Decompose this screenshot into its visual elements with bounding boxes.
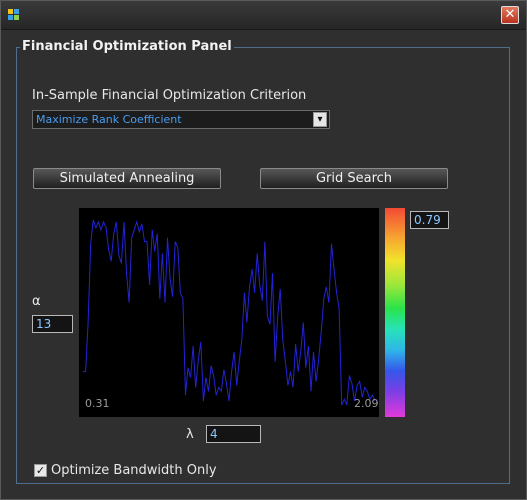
alpha-label: α	[32, 294, 41, 309]
title-bar[interactable]: ✕	[1, 1, 526, 30]
optimization-plot[interactable]: 0.31 2.09	[79, 208, 379, 417]
criterion-dropdown[interactable]: Maximize Rank Coefficient ▾	[32, 110, 330, 129]
close-button[interactable]: ✕	[501, 6, 519, 24]
criterion-selected-value: Maximize Rank Coefficient	[36, 113, 182, 126]
lambda-label: λ	[186, 427, 194, 442]
plot-svg	[83, 219, 376, 406]
optimize-bandwidth-label[interactable]: Optimize Bandwidth Only	[51, 463, 217, 478]
panel-title: Financial Optimization Panel	[20, 39, 234, 54]
plot-series-line	[83, 219, 376, 406]
optimize-bandwidth-checkbox[interactable]: ✓	[34, 464, 47, 477]
alpha-field[interactable]: 13	[32, 315, 73, 333]
close-icon: ✕	[504, 7, 516, 22]
app-icon	[8, 9, 20, 21]
lambda-field[interactable]: 4	[206, 425, 261, 443]
color-scale-bar	[385, 208, 405, 417]
chevron-down-icon[interactable]: ▾	[313, 112, 327, 127]
criterion-label: In-Sample Financial Optimization Criteri…	[32, 88, 307, 103]
x-max-tick-label: 2.09	[354, 397, 379, 410]
x-min-tick-label: 0.31	[85, 397, 110, 410]
checkmark-icon: ✓	[35, 464, 46, 477]
grid-search-button[interactable]: Grid Search	[260, 168, 448, 189]
simulated-annealing-button[interactable]: Simulated Annealing	[33, 168, 221, 189]
colorbar-max-field[interactable]: 0.79	[410, 211, 449, 229]
